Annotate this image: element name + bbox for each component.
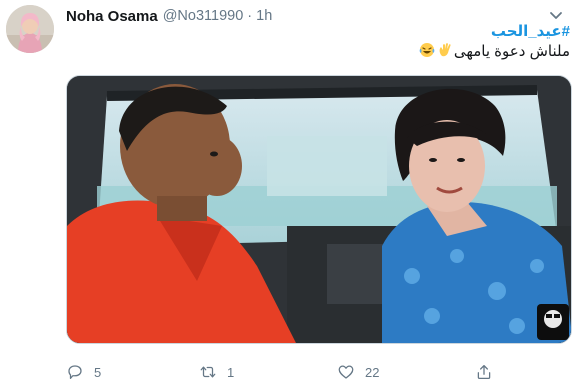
author-handle[interactable]: @No311990 <box>163 8 244 24</box>
share-icon <box>477 364 491 380</box>
tweet[interactable]: Noha Osama @No311990 · 1h #عيد_الحب ملنا… <box>0 0 574 388</box>
hashtag-link[interactable]: #عيد_الحب <box>418 22 570 42</box>
reply-icon <box>68 365 82 380</box>
retweet-icon <box>200 366 216 378</box>
retweet-count: 1 <box>227 364 235 380</box>
chevron-down-icon[interactable] <box>548 10 564 22</box>
tears-of-joy-emoji <box>419 43 435 57</box>
retweet-button[interactable]: 1 <box>199 360 234 384</box>
tweet-photo[interactable] <box>66 75 572 344</box>
avatar[interactable] <box>6 5 54 53</box>
tweet-text: #عيد_الحب ملناش دعوة يامهى <box>418 22 570 62</box>
tweet-timestamp[interactable]: 1h <box>256 8 272 24</box>
tweet-actions: 5 1 22 <box>66 360 572 384</box>
like-button[interactable]: 22 <box>337 360 379 384</box>
share-button[interactable] <box>475 360 493 384</box>
reply-count: 5 <box>94 364 102 380</box>
like-count: 22 <box>365 364 380 380</box>
heart-icon <box>338 365 354 379</box>
tweet-text-line: ملناش دعوة يامهى <box>418 42 570 62</box>
tweet-header: Noha Osama @No311990 · 1h <box>66 6 272 26</box>
waving-hand-emoji <box>439 43 451 57</box>
separator-dot: · <box>247 8 253 24</box>
author-display-name[interactable]: Noha Osama <box>66 8 158 25</box>
reply-button[interactable]: 5 <box>66 360 101 384</box>
tweet-text-content: ملناش دعوة يامهى <box>453 43 570 60</box>
